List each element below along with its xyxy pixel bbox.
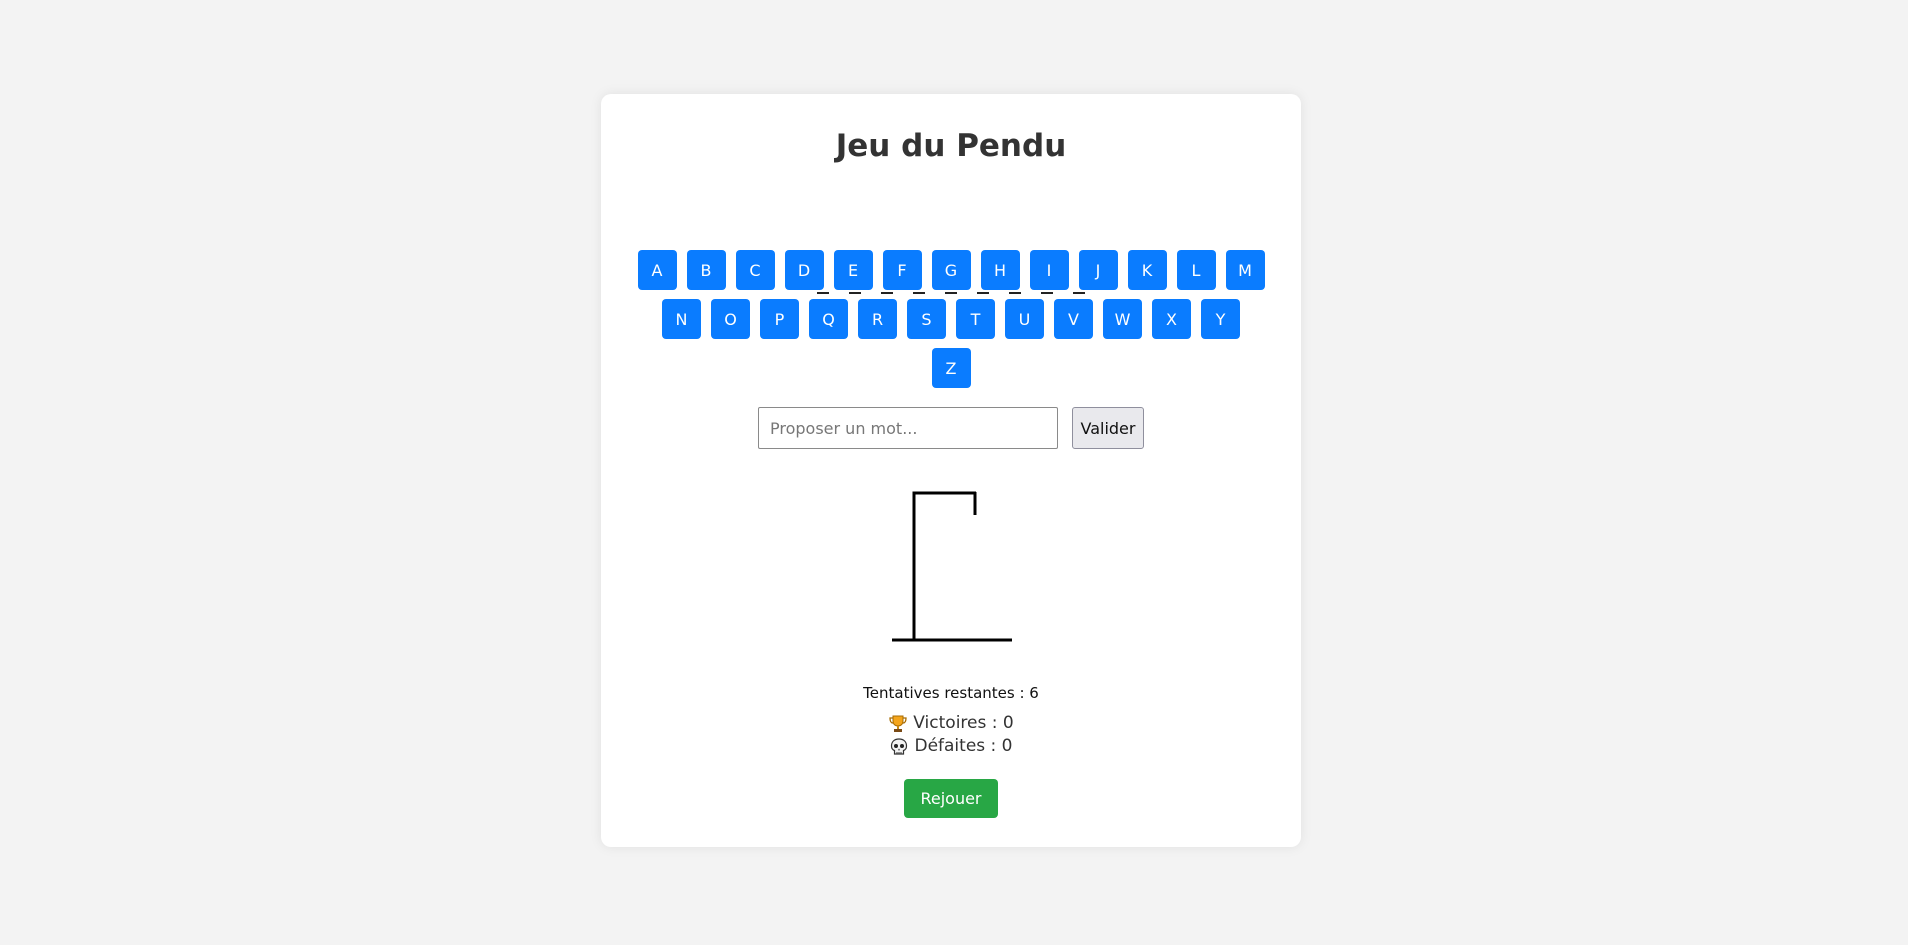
word-letter-blank (849, 292, 861, 294)
letter-key-u[interactable]: U (1005, 299, 1044, 339)
word-letter-blank (817, 292, 829, 294)
letter-key-y[interactable]: Y (1201, 299, 1240, 339)
letter-key-g[interactable]: G (931, 250, 971, 290)
word-letter-blank (1073, 292, 1085, 294)
game-card: Jeu du Pendu ABCDEFGHIJKLM NOPQRSTUVWXY … (601, 94, 1301, 847)
losses-text: Défaites : 0 (914, 736, 1013, 756)
word-letter-blank (1009, 292, 1021, 294)
letter-key-a[interactable]: A (637, 250, 677, 290)
letter-key-e[interactable]: E (833, 250, 873, 290)
letter-key-b[interactable]: B (686, 250, 726, 290)
letter-key-s[interactable]: S (907, 299, 946, 339)
letter-key-z[interactable]: Z (931, 348, 971, 388)
gallows-drawing (892, 491, 1012, 642)
losses-stat: Défaites : 0 (601, 735, 1301, 758)
replay-button[interactable]: Rejouer (904, 779, 998, 818)
letter-key-v[interactable]: V (1054, 299, 1093, 339)
letter-key-c[interactable]: C (735, 250, 775, 290)
letter-key-d[interactable]: D (784, 250, 824, 290)
guess-form: Valider (601, 407, 1301, 449)
letter-key-m[interactable]: M (1225, 250, 1265, 290)
word-letter-blank (881, 292, 893, 294)
letter-key-k[interactable]: K (1127, 250, 1167, 290)
word-letter-blank (1041, 292, 1053, 294)
letter-key-t[interactable]: T (956, 299, 995, 339)
letter-key-w[interactable]: W (1103, 299, 1142, 339)
word-letter-blank (945, 292, 957, 294)
skull-icon (889, 737, 909, 757)
letter-key-j[interactable]: J (1078, 250, 1118, 290)
keyboard-row-2: NOPQRSTUVWXY (601, 299, 1301, 339)
word-letter-blank (977, 292, 989, 294)
score-stats: Victoires : 0 Défaites : 0 (601, 712, 1301, 758)
keyboard-row-3: Z (601, 348, 1301, 388)
guess-input[interactable] (758, 407, 1058, 449)
letter-key-r[interactable]: R (858, 299, 897, 339)
letter-key-h[interactable]: H (980, 250, 1020, 290)
letter-key-o[interactable]: O (711, 299, 750, 339)
letter-key-f[interactable]: F (882, 250, 922, 290)
letter-key-q[interactable]: Q (809, 299, 848, 339)
hidden-word (601, 292, 1301, 294)
letter-key-n[interactable]: N (662, 299, 701, 339)
wins-text: Victoires : 0 (913, 713, 1014, 733)
letter-key-p[interactable]: P (760, 299, 799, 339)
letter-key-i[interactable]: I (1029, 250, 1069, 290)
wins-stat: Victoires : 0 (601, 712, 1301, 735)
attempts-remaining: Tentatives restantes : 6 (863, 684, 1039, 702)
trophy-icon (888, 714, 908, 734)
word-letter-blank (913, 292, 925, 294)
validate-button[interactable]: Valider (1072, 407, 1144, 449)
letter-key-l[interactable]: L (1176, 250, 1216, 290)
letter-key-x[interactable]: X (1152, 299, 1191, 339)
page-title: Jeu du Pendu (835, 128, 1067, 164)
keyboard-row-1: ABCDEFGHIJKLM (601, 250, 1301, 290)
